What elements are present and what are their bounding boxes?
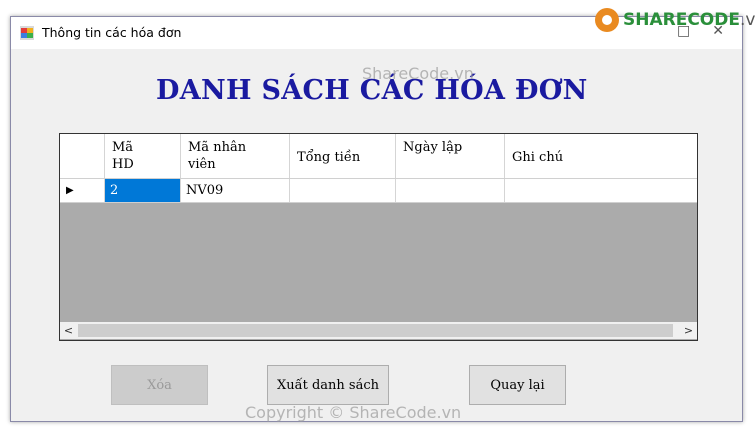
logo-icon [595,8,619,32]
export-list-button[interactable]: Xuất danh sách [267,365,389,405]
column-header-label: Ngày lập [403,140,463,155]
scroll-right-icon[interactable]: > [680,322,697,339]
delete-button[interactable]: Xóa [111,365,208,405]
watermark-bottom: Copyright © ShareCode.vn [245,403,462,422]
row-header-corner[interactable] [60,134,105,178]
cell-tong-tien[interactable] [290,179,396,202]
app-icon [20,26,34,40]
scroll-left-icon[interactable]: < [60,322,77,339]
column-header-ma-nhan-vien[interactable]: Mã nhân viên [181,134,290,178]
column-header-ma-hd[interactable]: Mã HD [105,134,181,178]
scrollbar-thumb[interactable] [78,324,673,337]
cell-ghi-chu[interactable] [505,179,697,202]
column-header-label: Mã nhân [188,140,247,155]
cell-ma-nhan-vien[interactable]: NV09 [181,179,290,202]
logo-text: SHARECODE.vn [623,10,755,30]
table-row[interactable]: ▶ 2 NV09 [60,179,697,203]
watermark-top: ShareCode.vn [362,64,474,83]
horizontal-scrollbar[interactable]: < > [60,322,697,339]
grid-body: Mã HD Mã nhân viên Tổng tiền Ngày lập Gh… [60,134,697,324]
logo-suffix: .vn [739,10,755,30]
invoice-grid[interactable]: Mã HD Mã nhân viên Tổng tiền Ngày lập Gh… [59,133,698,341]
grid-header-row: Mã HD Mã nhân viên Tổng tiền Ngày lập Gh… [60,134,697,179]
cell-ma-hd[interactable]: 2 [105,179,181,202]
column-header-ngay-lap[interactable]: Ngày lập [396,134,505,178]
logo-brand: SHARECODE [623,10,740,30]
column-header-label: Mã [112,140,134,155]
column-header-ghi-chu[interactable]: Ghi chú [505,134,697,178]
row-header[interactable]: ▶ [60,179,105,202]
column-header-tong-tien[interactable]: Tổng tiền [290,134,396,178]
column-header-label: viên [188,157,216,172]
cell-ngay-lap[interactable] [396,179,505,202]
column-header-label: Ghi chú [512,150,564,165]
window-title: Thông tin các hóa đơn [42,25,182,40]
column-header-label: Tổng tiền [297,150,361,165]
back-button[interactable]: Quay lại [469,365,566,405]
current-row-arrow-icon: ▶ [66,185,74,196]
column-header-label: HD [112,157,134,172]
sharecode-logo: SHARECODE.vn [595,8,755,32]
